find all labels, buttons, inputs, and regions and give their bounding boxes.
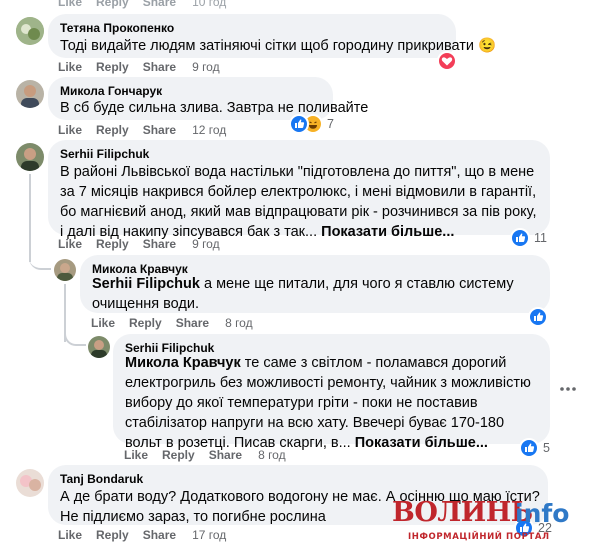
share-link[interactable]: Share xyxy=(143,123,176,137)
reaction-count: 7 xyxy=(327,117,334,131)
comment-actions: Like Reply Share 17 год xyxy=(58,528,240,542)
share-link[interactable]: Share xyxy=(143,0,176,9)
share-link[interactable]: Share xyxy=(209,448,242,462)
like-link[interactable]: Like xyxy=(58,237,82,251)
like-reaction-icon xyxy=(289,114,309,134)
love-reaction-icon[interactable] xyxy=(437,51,457,71)
mention-link[interactable]: Микола Кравчук xyxy=(125,355,241,371)
reply-link[interactable]: Reply xyxy=(96,528,129,542)
timestamp: 10 год xyxy=(192,0,227,9)
like-link[interactable]: Like xyxy=(58,0,82,9)
share-link[interactable]: Share xyxy=(143,528,176,542)
watermark-subtitle: ІНФОРМАЦІЙНИЙ ПОРТАЛ xyxy=(408,532,550,542)
avatar[interactable] xyxy=(16,80,44,108)
timestamp: 9 год xyxy=(192,237,220,251)
watermark-logo: ВОЛИНЬ xyxy=(392,497,533,528)
timestamp: 12 год xyxy=(192,123,227,137)
top-comment-actions: Like Reply Share 10 год xyxy=(58,0,240,9)
comment-author[interactable]: Тетяна Прокопенко xyxy=(60,21,174,35)
comment-actions: Like Reply Share 9 год xyxy=(58,237,234,251)
reaction-count: 5 xyxy=(543,441,550,455)
comment-text: Тоді видайте людям затіняючі сітки щоб г… xyxy=(60,38,497,54)
share-link[interactable]: Share xyxy=(143,237,176,251)
comment-author[interactable]: Serhii Filipchuk xyxy=(60,147,149,161)
avatar[interactable] xyxy=(16,469,44,497)
reply-link[interactable]: Reply xyxy=(96,123,129,137)
thread-line xyxy=(29,174,31,262)
reaction-summary[interactable]: 5 xyxy=(519,438,550,458)
reply-bubble: Микола Кравчук Serhii Filipchuk а мене щ… xyxy=(80,255,550,313)
reply-link[interactable]: Reply xyxy=(96,0,129,9)
reply-link[interactable]: Reply xyxy=(96,237,129,251)
timestamp: 8 год xyxy=(258,448,286,462)
like-link[interactable]: Like xyxy=(58,123,82,137)
timestamp: 8 год xyxy=(225,316,253,330)
like-reaction-icon xyxy=(519,438,539,458)
like-reaction-icon[interactable] xyxy=(528,307,548,327)
like-link[interactable]: Like xyxy=(58,60,82,74)
comment-bubble: Тетяна Прокопенко Тоді видайте людям зат… xyxy=(48,14,497,58)
comment-bubble: Serhii Filipchuk В районі Львівської вод… xyxy=(48,140,550,240)
reaction-summary[interactable]: 11 xyxy=(510,228,547,248)
comment-text: Serhii Filipchuk а мене ще питали, для ч… xyxy=(92,274,532,314)
reply-link[interactable]: Reply xyxy=(162,448,195,462)
comment-actions: Like Reply Share 9 год xyxy=(58,60,234,74)
see-more-link[interactable]: Показати більше... xyxy=(355,435,488,451)
share-link[interactable]: Share xyxy=(143,60,176,74)
like-link[interactable]: Like xyxy=(91,316,115,330)
comment-body: В районі Львівської вода настільки "підг… xyxy=(60,164,537,240)
mention-link[interactable]: Serhii Filipchuk xyxy=(92,276,200,292)
watermark-logo-suffix: info xyxy=(515,499,570,528)
share-link[interactable]: Share xyxy=(176,316,209,330)
timestamp: 9 год xyxy=(192,60,220,74)
timestamp: 17 год xyxy=(192,528,227,542)
thread-line xyxy=(64,330,86,346)
comment-text: В районі Львівської вода настільки "підг… xyxy=(60,162,538,242)
like-link[interactable]: Like xyxy=(58,528,82,542)
comment-actions: Like Reply Share 12 год xyxy=(58,123,240,137)
comment-author[interactable]: Микола Гончарук xyxy=(60,84,162,98)
avatar[interactable] xyxy=(54,259,76,281)
avatar[interactable] xyxy=(16,143,44,171)
more-options-icon[interactable] xyxy=(558,382,578,394)
like-reaction-icon xyxy=(510,228,530,248)
reaction-summary[interactable]: 7 xyxy=(289,114,334,134)
thread-line xyxy=(29,250,51,270)
like-link[interactable]: Like xyxy=(124,448,148,462)
avatar[interactable] xyxy=(88,336,110,358)
comment-actions: Like Reply Share 8 год xyxy=(91,316,267,330)
reply-link[interactable]: Reply xyxy=(129,316,162,330)
comment-author[interactable]: Tanj Bondaruk xyxy=(60,472,143,486)
comment-actions: Like Reply Share 8 год xyxy=(124,448,300,462)
avatar[interactable] xyxy=(16,17,44,45)
reply-bubble: Serhii Filipchuk Микола Кравчук те саме … xyxy=(113,334,550,451)
reaction-count: 11 xyxy=(534,231,547,245)
comment-text: Микола Кравчук те саме з світлом - полам… xyxy=(125,353,540,453)
see-more-link[interactable]: Показати більше... xyxy=(321,224,454,240)
reply-link[interactable]: Reply xyxy=(96,60,129,74)
